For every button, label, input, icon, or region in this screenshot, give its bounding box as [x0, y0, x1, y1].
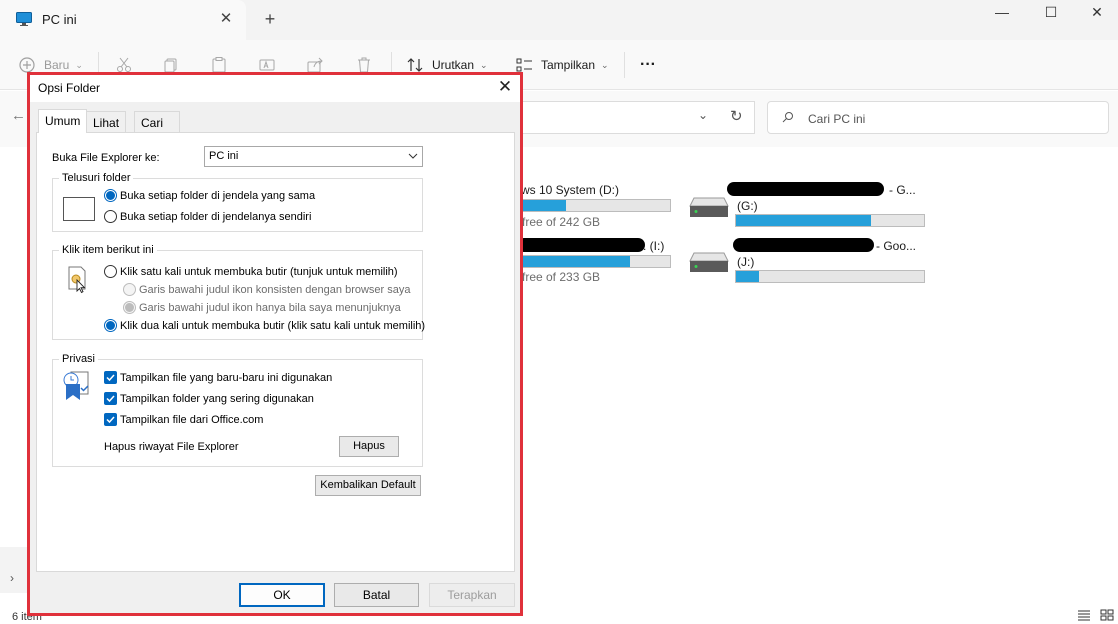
open-explorer-select[interactable]: PC ini — [204, 146, 423, 167]
window-preview-icon — [63, 197, 95, 224]
drive-letter: (G:) — [737, 199, 758, 213]
drive-free-space: free of 242 GB — [522, 215, 601, 229]
restore-defaults-button[interactable]: Kembalikan Default — [315, 475, 421, 496]
radio-underline-point[interactable] — [123, 301, 136, 314]
new-label: Baru — [44, 58, 70, 72]
drive-name: - Goo... — [876, 239, 917, 253]
chevron-down-icon[interactable]: ⌄ — [698, 108, 708, 122]
more-options-button[interactable]: ··· — [640, 53, 656, 77]
tab-cari[interactable]: Cari — [134, 111, 180, 132]
drive-usage-bar — [735, 270, 925, 283]
view-label: Tampilkan — [541, 58, 596, 72]
search-box[interactable]: Cari PC ini — [767, 101, 1109, 134]
view-button[interactable]: Tampilkan ⌄ — [515, 53, 609, 77]
drive-icon — [688, 196, 730, 220]
folder-options-dialog: Opsi Folder ✕ Umum Lihat Cari Buka File … — [30, 75, 520, 613]
drive-free-space: free of 233 GB — [522, 270, 601, 284]
maximize-button[interactable]: ☐ — [1028, 0, 1074, 26]
redacted-label — [733, 238, 874, 252]
tab-pc-ini[interactable]: PC ini ✕ — [0, 0, 246, 40]
redacted-label — [727, 182, 884, 196]
new-tab-button[interactable]: + — [259, 8, 281, 30]
frequent-folders-label[interactable]: Tampilkan folder yang sering digunakan — [120, 393, 314, 405]
close-button[interactable]: ✕ — [1074, 0, 1118, 26]
pointer-icon — [67, 266, 89, 299]
browse-folders-title: Telusuri folder — [59, 172, 134, 184]
drive-name: . (I:) — [643, 239, 665, 253]
tiles-view-icon[interactable] — [1100, 609, 1114, 624]
search-icon — [782, 111, 794, 126]
double-click-label[interactable]: Klik dua kali untuk membuka butir (klik … — [120, 320, 425, 332]
drive-usage-bar — [521, 199, 671, 212]
open-explorer-value: PC ini — [209, 150, 239, 162]
ok-button[interactable]: OK — [239, 583, 325, 607]
search-placeholder: Cari PC ini — [808, 112, 866, 126]
office-files-label[interactable]: Tampilkan file dari Office.com — [120, 414, 263, 426]
drive-name: - G... — [889, 183, 916, 197]
tab-umum[interactable]: Umum — [38, 109, 88, 133]
tab-lihat[interactable]: Lihat — [86, 111, 127, 132]
drive-usage-fill — [522, 256, 631, 267]
chevron-down-icon: ⌄ — [75, 59, 83, 70]
own-window-label[interactable]: Buka setiap folder di jendelanya sendiri — [120, 211, 311, 223]
drive-usage-bar — [735, 214, 925, 227]
chevron-down-icon: ⌄ — [601, 59, 609, 70]
click-items-title: Klik item berikut ini — [59, 244, 157, 256]
chevron-down-icon: ⌄ — [480, 59, 488, 70]
underline-point-label[interactable]: Garis bawahi judul ikon hanya bila saya … — [139, 302, 401, 314]
minimize-button[interactable]: — — [979, 0, 1025, 26]
checkbox-frequent-folders[interactable] — [104, 392, 117, 405]
open-explorer-label: Buka File Explorer ke: — [52, 152, 160, 164]
drive-usage-fill — [522, 200, 567, 211]
apply-button[interactable]: Terapkan — [429, 583, 515, 607]
tab-panel-umum: Buka File Explorer ke: PC ini Telusuri f… — [36, 132, 515, 572]
drive-usage-fill — [736, 215, 872, 226]
refresh-icon[interactable]: ↻ — [730, 107, 743, 125]
radio-same-window[interactable] — [104, 189, 117, 202]
separator — [624, 52, 625, 78]
clear-history-label: Hapus riwayat File Explorer — [104, 441, 239, 453]
radio-own-window[interactable] — [104, 210, 117, 223]
privacy-title: Privasi — [59, 353, 99, 365]
back-arrow-icon[interactable]: ← — [11, 107, 26, 124]
drive-icon — [688, 251, 730, 275]
browse-folders-group: Telusuri folder Buka setiap folder di je… — [52, 172, 423, 232]
dialog-title-bar: Opsi Folder ✕ — [30, 75, 520, 102]
dialog-close-icon[interactable]: ✕ — [492, 75, 518, 99]
title-bar: PC ini ✕ + — ☐ ✕ — [0, 0, 1118, 40]
radio-single-click[interactable] — [104, 265, 117, 278]
underline-always-label[interactable]: Garis bawahi judul ikon konsisten dengan… — [139, 284, 411, 296]
privacy-icon — [62, 370, 92, 405]
details-view-icon[interactable] — [1077, 609, 1091, 624]
dialog-title: Opsi Folder — [38, 81, 101, 95]
tab-close-icon[interactable]: ✕ — [216, 9, 236, 29]
recent-files-label[interactable]: Tampilkan file yang baru-baru ini diguna… — [120, 372, 332, 384]
chevron-right-icon[interactable]: › — [10, 571, 14, 585]
checkbox-office-files[interactable] — [104, 413, 117, 426]
clear-history-button[interactable]: Hapus — [339, 436, 399, 457]
radio-double-click[interactable] — [104, 319, 117, 332]
monitor-icon — [16, 12, 32, 26]
redacted-label — [517, 238, 645, 252]
tab-title: PC ini — [42, 12, 77, 27]
drive-usage-fill — [736, 271, 759, 282]
chevron-down-icon — [408, 150, 418, 160]
radio-underline-always[interactable] — [123, 283, 136, 296]
drive-name: ws 10 System (D:) — [521, 183, 620, 197]
sort-label: Urutkan — [432, 58, 475, 72]
same-window-label[interactable]: Buka setiap folder di jendela yang sama — [120, 190, 315, 202]
checkbox-recent-files[interactable] — [104, 371, 117, 384]
click-items-group: Klik item berikut ini Klik satu kali unt… — [52, 244, 425, 340]
drive-usage-bar — [521, 255, 671, 268]
cancel-button[interactable]: Batal — [334, 583, 419, 607]
privacy-group: Privasi Tampilkan file yang baru-baru in… — [52, 353, 423, 467]
sidebar-item[interactable]: › — [0, 547, 28, 593]
single-click-label[interactable]: Klik satu kali untuk membuka butir (tunj… — [120, 266, 398, 278]
address-bar[interactable]: ⌄ ↻ — [520, 101, 755, 134]
drive-letter: (J:) — [737, 255, 755, 269]
